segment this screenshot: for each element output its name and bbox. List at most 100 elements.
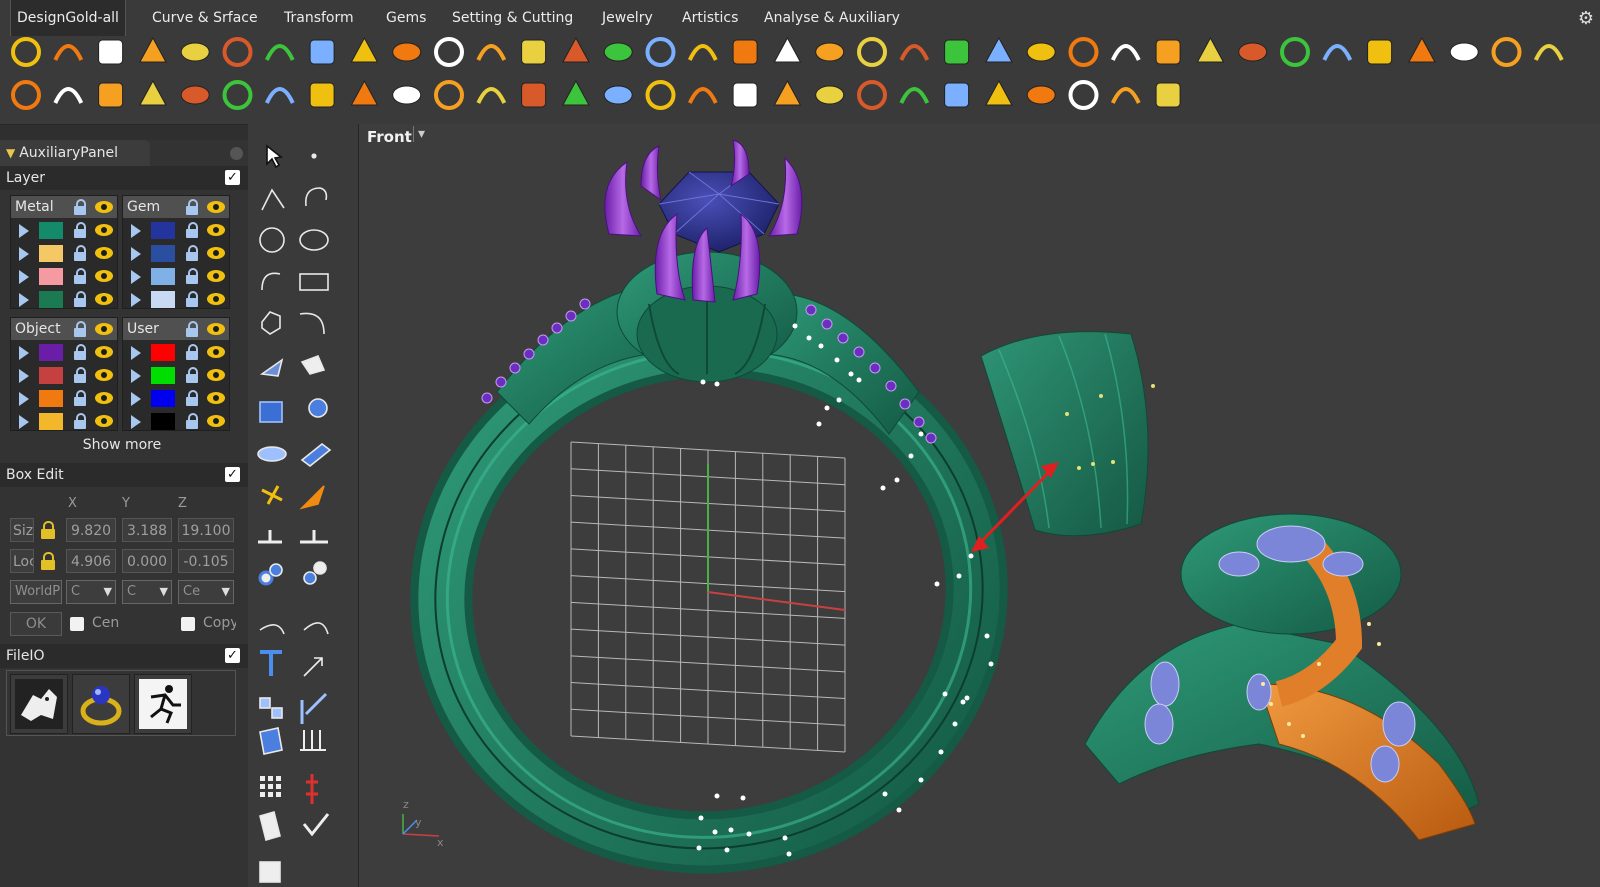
split-icon[interactable]: [899, 44, 930, 61]
layer-row[interactable]: [11, 242, 117, 265]
show-more-button[interactable]: Show more: [10, 437, 234, 457]
eye-curve-icon[interactable]: [732, 82, 758, 108]
size-y-field[interactable]: 3.188: [122, 518, 172, 542]
expand-triangle-icon[interactable]: [131, 369, 141, 383]
expand-triangle-icon[interactable]: [131, 270, 141, 284]
menu-gems[interactable]: Gems: [380, 0, 432, 36]
box-icon[interactable]: [815, 42, 845, 62]
layer-group-title[interactable]: Gem: [123, 196, 229, 218]
rail-icon[interactable]: [309, 82, 335, 108]
loc-x-field[interactable]: 4.906: [66, 549, 116, 573]
lock-icon[interactable]: [73, 413, 87, 429]
gem-green-icon[interactable]: [1322, 44, 1353, 61]
lock-icon[interactable]: [73, 199, 87, 215]
hatch-icon[interactable]: [645, 80, 676, 110]
expand-triangle-icon[interactable]: [19, 270, 29, 284]
eye-icon[interactable]: [95, 270, 113, 282]
s-curve-icon[interactable]: [180, 42, 210, 62]
lock-icon[interactable]: [185, 390, 199, 406]
layer-group-title[interactable]: Metal: [11, 196, 117, 218]
bead-ring-icon[interactable]: [1533, 44, 1564, 61]
layer-color-swatch[interactable]: [151, 291, 175, 308]
people-icon[interactable]: [1155, 82, 1181, 108]
u-curve-icon[interactable]: [98, 39, 124, 65]
bead-pair-icon[interactable]: [11, 80, 41, 110]
layer-color-swatch[interactable]: [39, 344, 63, 361]
layer-color-swatch[interactable]: [151, 413, 175, 430]
grid-array-icon[interactable]: [985, 36, 1013, 63]
box-edit-section-checkbox[interactable]: ✓: [225, 467, 240, 482]
select-x[interactable]: C ▼: [66, 580, 116, 604]
layer-row[interactable]: [11, 387, 117, 410]
expand-triangle-icon[interactable]: [19, 247, 29, 261]
sparkle-icon[interactable]: [603, 42, 633, 62]
runner-file-icon[interactable]: [134, 674, 192, 734]
layer-row[interactable]: [123, 265, 229, 288]
layer-color-swatch[interactable]: [39, 245, 63, 262]
layer-row[interactable]: [11, 364, 117, 387]
menu-designgold-all[interactable]: DesignGold-all: [10, 0, 126, 36]
expand-triangle-icon[interactable]: [19, 415, 29, 429]
menu-artistics[interactable]: Artistics: [676, 0, 744, 36]
cup-icon[interactable]: [687, 44, 718, 61]
size-z-field[interactable]: 19.100: [178, 518, 234, 542]
circle-curve-icon[interactable]: [11, 37, 41, 67]
copy-checkbox[interactable]: [181, 617, 195, 631]
layer-row[interactable]: [123, 288, 229, 311]
figure-plant-icon[interactable]: [857, 80, 887, 110]
pearl-icon[interactable]: [1110, 44, 1141, 61]
size-x-field[interactable]: 9.820: [66, 518, 116, 542]
layer-row[interactable]: [11, 288, 117, 311]
c-curve-icon[interactable]: [139, 36, 167, 63]
fold-icon[interactable]: [899, 87, 930, 104]
close-icon[interactable]: [230, 147, 243, 160]
mirror-icon[interactable]: [857, 37, 887, 67]
lock-icon[interactable]: [73, 367, 87, 383]
loc-y-field[interactable]: 0.000: [122, 549, 172, 573]
bead-chain2-icon[interactable]: [1491, 37, 1522, 67]
ring-file-icon[interactable]: [72, 674, 130, 734]
menu-setting-cutting[interactable]: Setting & Cutting: [446, 0, 579, 36]
eye-icon[interactable]: [207, 247, 225, 259]
feather-icon[interactable]: [521, 39, 547, 65]
bell-icon[interactable]: [732, 39, 758, 65]
runner-icon[interactable]: [1110, 87, 1141, 104]
eye-icon[interactable]: [207, 270, 225, 282]
expand-triangle-icon[interactable]: [131, 224, 141, 238]
spiral-icon[interactable]: [350, 36, 379, 63]
ring-gems-icon[interactable]: [139, 79, 167, 106]
lock-icon[interactable]: [73, 291, 87, 307]
list-icon[interactable]: [1026, 85, 1056, 105]
eye-icon[interactable]: [95, 293, 113, 305]
cross-align-icon[interactable]: [944, 39, 970, 65]
layer-section-checkbox[interactable]: ✓: [225, 170, 240, 185]
vase-icon[interactable]: [645, 37, 676, 67]
sun-icon[interactable]: [98, 82, 124, 108]
ring-profile-icon[interactable]: [222, 37, 253, 67]
eye-icon[interactable]: [207, 201, 225, 213]
expand-triangle-icon[interactable]: [131, 346, 141, 360]
eye-icon[interactable]: [207, 369, 225, 381]
ok-button[interactable]: OK: [10, 612, 62, 636]
layer-color-swatch[interactable]: [39, 291, 63, 308]
lock-icon[interactable]: [185, 222, 199, 238]
lock-icon[interactable]: [73, 344, 87, 360]
eye-icon[interactable]: [95, 201, 113, 213]
select-z[interactable]: Ce ▼: [178, 580, 234, 604]
leaf2-icon[interactable]: [476, 44, 507, 61]
prong-icon[interactable]: [1238, 42, 1268, 62]
layer-row[interactable]: [11, 265, 117, 288]
eye-icon[interactable]: [95, 247, 113, 259]
expand-triangle-icon[interactable]: [19, 369, 29, 383]
lock-icon[interactable]: [185, 291, 199, 307]
loc-lock-icon[interactable]: [40, 552, 56, 570]
lock-icon[interactable]: [185, 344, 199, 360]
layer-color-swatch[interactable]: [39, 413, 63, 430]
dots-grid-icon[interactable]: [180, 85, 210, 105]
lock-icon[interactable]: [185, 367, 199, 383]
layer-color-swatch[interactable]: [151, 390, 175, 407]
layer-row[interactable]: [123, 242, 229, 265]
eye-icon[interactable]: [207, 224, 225, 236]
lock-icon[interactable]: [73, 268, 87, 284]
auxiliary-panel-tab[interactable]: ▼ AuxiliaryPanel: [0, 140, 150, 166]
